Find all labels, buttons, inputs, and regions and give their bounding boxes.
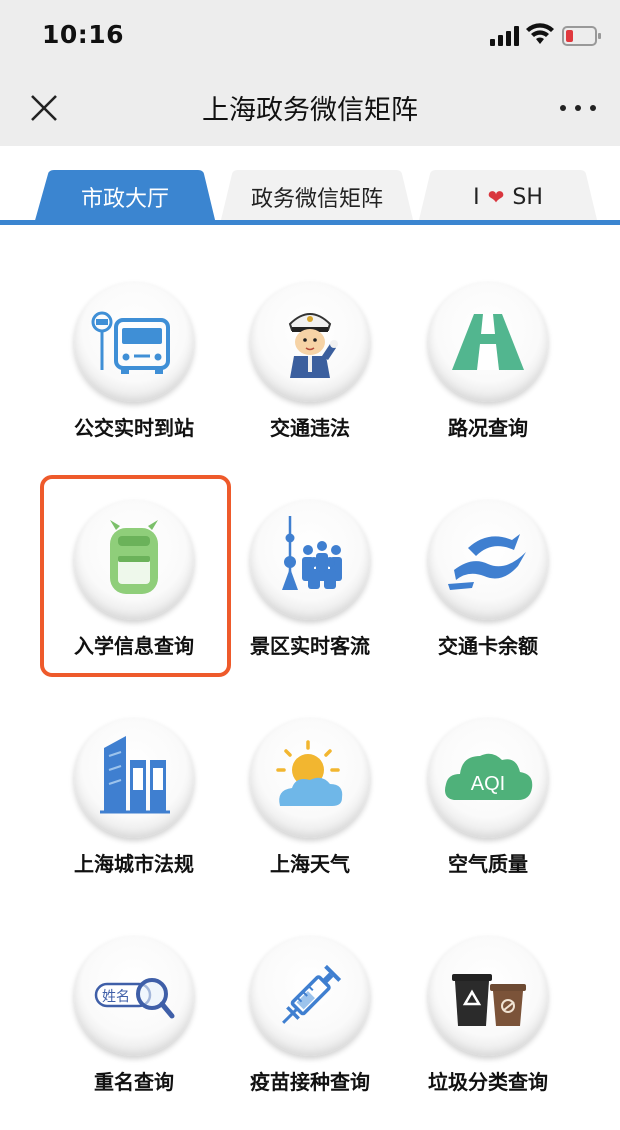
trash-bins-icon (428, 936, 548, 1056)
service-label: 交通卡余额 (438, 634, 538, 658)
heart-icon: ❤ (487, 185, 505, 209)
aqi-text: AQI (471, 773, 505, 795)
status-bar: 10:16 (0, 0, 620, 70)
weather-icon (250, 718, 370, 838)
service-label: 入学信息查询 (74, 634, 194, 658)
service-garbage-sorting[interactable]: 垃圾分类查询 (398, 936, 578, 1130)
service-traffic-violation[interactable]: 交通违法 (220, 282, 400, 482)
service-label: 疫苗接种查询 (250, 1070, 370, 1094)
service-bus-arrival[interactable]: 公交实时到站 (44, 282, 224, 482)
service-label: 上海天气 (270, 852, 350, 876)
service-vaccination[interactable]: 疫苗接种查询 (220, 936, 400, 1130)
service-label: 空气质量 (448, 852, 528, 876)
name-search-icon: 姓名 (74, 936, 194, 1056)
syringe-icon (250, 936, 370, 1056)
bus-stop-icon (74, 282, 194, 402)
traffic-police-icon (250, 282, 370, 402)
service-shanghai-weather[interactable]: 上海天气 (220, 718, 400, 918)
service-road-conditions[interactable]: 路况查询 (398, 282, 578, 482)
service-label: 交通违法 (270, 416, 350, 440)
tab-wechat-matrix[interactable]: 政务微信矩阵 (220, 170, 414, 224)
service-label: 重名查询 (94, 1070, 174, 1094)
tab-label-left: I (473, 184, 480, 210)
more-options-icon[interactable] (556, 96, 600, 120)
service-label: 公交实时到站 (74, 416, 194, 440)
tab-label: I ❤ SH (473, 185, 543, 210)
tab-city-hall[interactable]: 市政大厅 (34, 170, 216, 224)
service-scenic-traffic[interactable]: 景区实时客流 (220, 500, 400, 700)
service-label: 景区实时客流 (250, 634, 370, 658)
law-buildings-icon (74, 718, 194, 838)
tab-bar: 市政大厅 政务微信矩阵 I ❤ SH (0, 146, 620, 228)
service-city-regulations[interactable]: 上海城市法规 (44, 718, 224, 918)
service-air-quality[interactable]: AQI 空气质量 (398, 718, 578, 918)
tab-i-love-sh[interactable]: I ❤ SH (418, 170, 598, 224)
service-transport-card[interactable]: 交通卡余额 (398, 500, 578, 700)
nav-bar: 上海政务微信矩阵 (0, 70, 620, 146)
tab-underline (0, 220, 620, 225)
service-label: 垃圾分类查询 (428, 1070, 548, 1094)
name-text: 姓名 (102, 989, 130, 1005)
crowd-tower-icon (250, 500, 370, 620)
transport-card-icon (428, 500, 548, 620)
service-label: 路况查询 (448, 416, 528, 440)
cellular-signal-icon (490, 26, 519, 46)
status-time: 10:16 (42, 20, 125, 49)
tab-label-right: SH (512, 184, 543, 210)
battery-icon (562, 26, 601, 46)
tab-label: 政务微信矩阵 (250, 187, 383, 212)
tab-label: 市政大厅 (80, 187, 169, 212)
backpack-icon (74, 500, 194, 620)
wifi-icon (526, 23, 554, 44)
service-label: 上海城市法规 (74, 852, 194, 876)
service-enrollment-info[interactable]: 入学信息查询 (44, 500, 224, 700)
aqi-cloud-icon: AQI (428, 718, 548, 838)
service-duplicate-name[interactable]: 姓名 重名查询 (44, 936, 224, 1130)
page-title: 上海政务微信矩阵 (202, 95, 418, 126)
road-icon (428, 282, 548, 402)
